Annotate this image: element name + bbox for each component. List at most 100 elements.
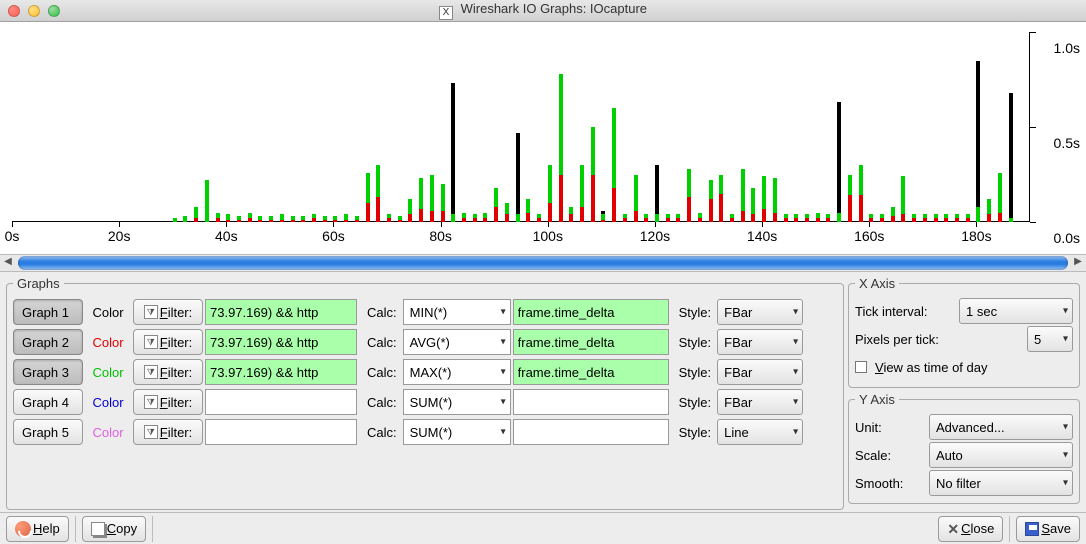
style-combo-1[interactable]: FBar: [717, 299, 803, 325]
filter-icon: ⧩: [144, 305, 158, 319]
smooth-combo[interactable]: No filter: [929, 470, 1073, 496]
graph-color-label-3: Color: [85, 365, 131, 380]
filter-input-5[interactable]: [205, 419, 357, 445]
graphs-groupbox: Graphs Graph 1Color⧩Filter:Calc:MIN(*)St…: [6, 276, 844, 510]
filter-icon: ⧩: [144, 425, 158, 439]
calc-combo-4[interactable]: SUM(*): [403, 389, 511, 415]
scale-combo[interactable]: Auto: [929, 442, 1073, 468]
graph-row-5: Graph 5Color⧩Filter: Calc:SUM(*) Style:Lin…: [13, 417, 837, 447]
x-tick-label: 140s: [747, 228, 777, 244]
window-title: Wireshark IO Graphs: IOcapture: [461, 1, 647, 16]
y-tick-label: 0.0s: [1054, 230, 1080, 246]
filter-button-2[interactable]: ⧩Filter:: [133, 329, 203, 355]
graph-color-label-4: Color: [85, 395, 131, 410]
scale-label: Scale:: [855, 448, 925, 463]
style-label-3: Style:: [671, 365, 716, 380]
graph-row-2: Graph 2Color⧩Filter: Calc:AVG(*) Style:FBa…: [13, 327, 837, 357]
save-icon: [1025, 522, 1039, 536]
graph-toggle-2[interactable]: Graph 2: [13, 329, 83, 355]
style-combo-4[interactable]: FBar: [717, 389, 803, 415]
field-input-4[interactable]: [513, 389, 669, 415]
calc-combo-3[interactable]: MAX(*): [403, 359, 511, 385]
style-label-1: Style:: [671, 305, 716, 320]
tick-interval-combo[interactable]: 1 sec: [959, 298, 1073, 324]
x-tick-label: 120s: [640, 228, 670, 244]
calc-label-5: Calc:: [359, 425, 401, 440]
filter-button-4[interactable]: ⧩Filter:: [133, 389, 203, 415]
x-tick-label: 20s: [108, 228, 131, 244]
window-zoom-button[interactable]: [48, 5, 60, 17]
field-input-1[interactable]: [513, 299, 669, 325]
graph-color-label-2: Color: [85, 335, 131, 350]
field-input-2[interactable]: [513, 329, 669, 355]
filter-input-2[interactable]: [205, 329, 357, 355]
xaxis-legend: X Axis: [855, 276, 899, 291]
graph-toggle-5[interactable]: Graph 5: [13, 419, 83, 445]
x-tick-label: 80s: [429, 228, 452, 244]
help-button[interactable]: Help: [6, 516, 69, 542]
x-tick-label: 100s: [533, 228, 563, 244]
filter-button-1[interactable]: ⧩Filter:: [133, 299, 203, 325]
x-tick-label: 60s: [322, 228, 345, 244]
style-combo-2[interactable]: FBar: [717, 329, 803, 355]
calc-label-4: Calc:: [359, 395, 401, 410]
close-icon: ✕: [947, 521, 959, 537]
calc-combo-5[interactable]: SUM(*): [403, 419, 511, 445]
x-tick-label: 160s: [854, 228, 884, 244]
calc-combo-1[interactable]: MIN(*): [403, 299, 511, 325]
filter-input-3[interactable]: [205, 359, 357, 385]
io-graph-chart[interactable]: 0s20s40s60s80s100s120s140s160s180s0.0s0.…: [0, 22, 1086, 254]
filter-input-1[interactable]: [205, 299, 357, 325]
pixels-per-tick-label: Pixels per tick:: [855, 332, 955, 347]
style-label-5: Style:: [671, 425, 716, 440]
y-tick-label: 0.5s: [1054, 135, 1080, 151]
x-tick-label: 40s: [215, 228, 238, 244]
titlebar: X Wireshark IO Graphs: IOcapture: [0, 0, 1086, 22]
chart-hscrollbar[interactable]: ◀ ▶: [0, 254, 1086, 272]
xaxis-groupbox: X Axis Tick interval: 1 sec Pixels per t…: [848, 276, 1080, 388]
view-as-tod-checkbox[interactable]: [855, 361, 867, 373]
graph-toggle-3[interactable]: Graph 3: [13, 359, 83, 385]
filter-icon: ⧩: [144, 395, 158, 409]
smooth-label: Smooth:: [855, 476, 925, 491]
scroll-thumb[interactable]: [18, 256, 1068, 270]
yaxis-groupbox: Y Axis Unit: Advanced... Scale: Auto Smo…: [848, 392, 1080, 504]
graph-row-1: Graph 1Color⧩Filter:Calc:MIN(*)Style:FBa…: [13, 297, 837, 327]
app-x-icon: X: [439, 6, 453, 20]
style-combo-5[interactable]: Line: [717, 419, 803, 445]
scroll-left-arrow[interactable]: ◀: [0, 255, 16, 271]
copy-button[interactable]: Copy: [82, 516, 146, 542]
calc-label-1: Calc:: [359, 305, 401, 320]
graphs-legend: Graphs: [13, 276, 64, 291]
style-label-2: Style:: [671, 335, 716, 350]
yaxis-legend: Y Axis: [855, 392, 899, 407]
save-button[interactable]: Save: [1016, 516, 1080, 542]
graph-row-4: Graph 4Color⧩Filter:Calc:SUM(*)Style:FBa…: [13, 387, 837, 417]
close-button[interactable]: ✕ Close: [938, 516, 1003, 542]
unit-combo[interactable]: Advanced...: [929, 414, 1073, 440]
graph-toggle-4[interactable]: Graph 4: [13, 389, 83, 415]
field-input-5[interactable]: [513, 419, 669, 445]
y-tick-label: 1.0s: [1054, 40, 1080, 56]
calc-label-2: Calc:: [359, 335, 401, 350]
window-close-button[interactable]: [8, 5, 20, 17]
calc-combo-2[interactable]: AVG(*): [403, 329, 511, 355]
window-minimize-button[interactable]: [28, 5, 40, 17]
style-combo-3[interactable]: FBar: [717, 359, 803, 385]
x-tick-label: 180s: [961, 228, 991, 244]
copy-icon: [91, 522, 105, 536]
filter-icon: ⧩: [144, 365, 158, 379]
field-input-3[interactable]: [513, 359, 669, 385]
filter-icon: ⧩: [144, 335, 158, 349]
scroll-right-arrow[interactable]: ▶: [1070, 255, 1086, 271]
graph-toggle-1[interactable]: Graph 1: [13, 299, 83, 325]
pixels-per-tick-combo[interactable]: 5: [1027, 326, 1073, 352]
filter-button-3[interactable]: ⧩Filter:: [133, 359, 203, 385]
graph-row-3: Graph 3Color⧩Filter: Calc:MAX(*) Style:FBa…: [13, 357, 837, 387]
calc-label-3: Calc:: [359, 365, 401, 380]
filter-button-5[interactable]: ⧩Filter:: [133, 419, 203, 445]
help-icon: [15, 521, 31, 537]
tick-interval-label: Tick interval:: [855, 304, 955, 319]
graph-color-label-5: Color: [85, 425, 131, 440]
filter-input-4[interactable]: [205, 389, 357, 415]
